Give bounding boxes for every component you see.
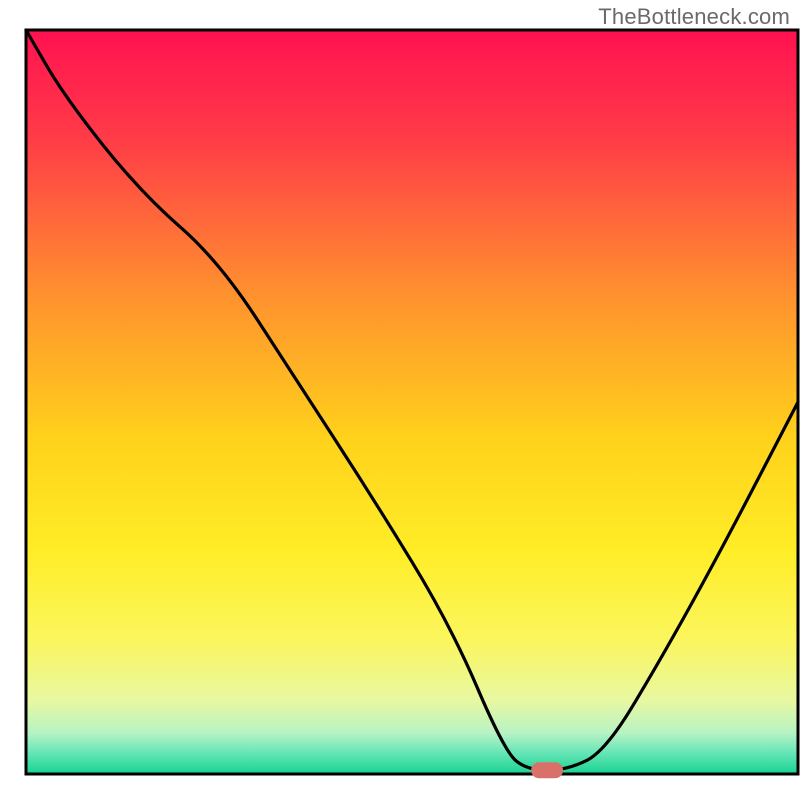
- attribution-text: TheBottleneck.com: [598, 4, 790, 30]
- optimal-marker: [531, 762, 563, 778]
- chart-svg: [0, 0, 800, 800]
- gradient-background: [26, 30, 798, 774]
- bottleneck-chart: TheBottleneck.com: [0, 0, 800, 800]
